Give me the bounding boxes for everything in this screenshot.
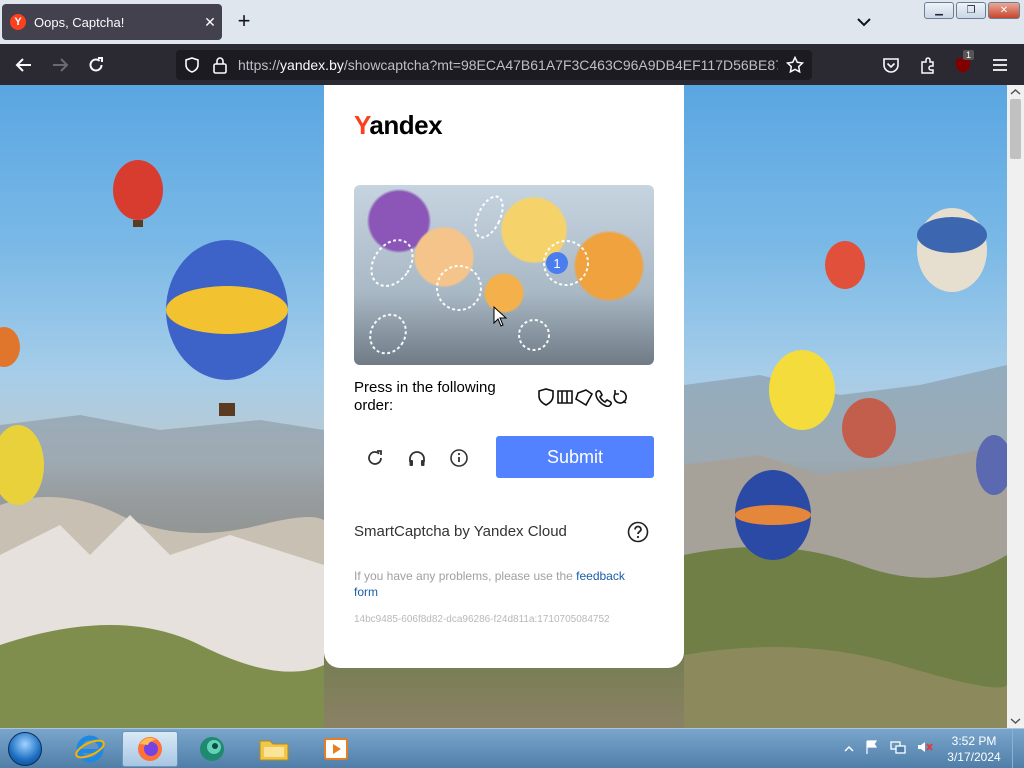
internet-explorer-icon[interactable] (62, 731, 118, 767)
request-id: 14bc9485-606f8d82-dca96286-f24d811a:1710… (354, 614, 610, 625)
clock-time: 3:52 PM (951, 734, 997, 748)
file-explorer-icon[interactable] (246, 731, 302, 767)
help-icon[interactable] (627, 521, 649, 543)
browser-tab[interactable]: Y Oops, Captcha! ✕ (2, 4, 222, 40)
captcha-image[interactable]: 1 (354, 185, 654, 365)
ublock-icon[interactable]: 1 (950, 50, 976, 78)
phone-order-icon (595, 390, 612, 407)
captcha-instruction: Press in the following order: (354, 379, 496, 414)
show-hidden-icons-icon[interactable] (844, 741, 854, 759)
taskbar: 3:52 PM 3/17/2024 (0, 728, 1024, 768)
firefox-taskbar-icon[interactable] (122, 731, 178, 767)
shield-icon[interactable] (184, 57, 200, 78)
captcha-brand: SmartCaptcha by Yandex Cloud (354, 523, 567, 540)
captcha-card: Yandex 1 Press in the following order: S… (324, 85, 684, 668)
audio-headphones-icon[interactable] (404, 445, 430, 471)
shield-order-icon (538, 388, 554, 406)
url-bar[interactable]: https://yandex.by/showcaptcha?mt=98ECA47… (176, 50, 812, 80)
window-controls: ▁ ❐ ✕ (924, 2, 1020, 19)
clock-date: 3/17/2024 (947, 750, 1001, 764)
media-app-taskbar-icon[interactable] (184, 731, 240, 767)
menu-icon[interactable] (987, 52, 1013, 78)
forward-icon[interactable] (47, 52, 73, 78)
recycle-order-icon (613, 390, 627, 404)
new-tab-icon[interactable]: + (232, 10, 256, 34)
media-player-icon[interactable] (308, 731, 364, 767)
extension-badge: 1 (963, 50, 975, 60)
vertical-scrollbar[interactable] (1007, 85, 1024, 728)
barrel-order-icon (557, 390, 573, 404)
bookmark-star-icon[interactable] (785, 55, 805, 79)
tab-title: Oops, Captcha! (34, 14, 125, 30)
volume-muted-icon[interactable] (916, 739, 934, 760)
tab-bar: Y Oops, Captcha! ✕ + ▁ ❐ ✕ (0, 0, 1024, 44)
start-button[interactable] (8, 732, 42, 766)
lock-icon[interactable] (212, 56, 228, 79)
nav-bar: https://yandex.by/showcaptcha?mt=98ECA47… (0, 44, 1024, 85)
window-close-icon[interactable]: ✕ (988, 2, 1020, 19)
yandex-logo: Yandex (354, 110, 443, 140)
action-center-flag-icon[interactable] (864, 739, 880, 760)
url-text: https://yandex.by/showcaptcha?mt=98ECA47… (238, 57, 778, 73)
show-desktop-button[interactable] (1012, 729, 1024, 768)
tab-close-icon[interactable]: ✕ (198, 14, 222, 31)
scroll-up-icon[interactable] (1007, 86, 1024, 98)
captcha-marker-label: 1 (553, 256, 560, 271)
problem-note: If you have any problems, please use the… (354, 569, 625, 599)
scroll-down-icon[interactable] (1007, 715, 1024, 727)
scroll-thumb[interactable] (1010, 99, 1021, 159)
list-all-tabs-icon[interactable] (852, 12, 876, 32)
refresh-icon[interactable] (362, 445, 388, 471)
pocket-icon[interactable] (878, 52, 904, 78)
system-tray (844, 739, 934, 760)
tag-order-icon (575, 389, 594, 407)
captcha-order-icons (536, 387, 632, 407)
taskbar-clock[interactable]: 3:52 PM 3/17/2024 (940, 733, 1008, 765)
extensions-icon[interactable] (915, 52, 941, 78)
reload-icon[interactable] (83, 52, 109, 78)
page-viewport: Yandex 1 Press in the following order: S… (0, 85, 1007, 728)
mouse-cursor-icon (493, 305, 508, 327)
minimize-icon[interactable]: ▁ (924, 2, 954, 19)
network-icon[interactable] (890, 739, 906, 760)
submit-button[interactable]: Submit (496, 436, 654, 478)
yandex-favicon-icon: Y (10, 14, 26, 30)
info-icon[interactable] (446, 445, 472, 471)
back-icon[interactable] (11, 52, 37, 78)
restore-icon[interactable]: ❐ (956, 2, 986, 19)
